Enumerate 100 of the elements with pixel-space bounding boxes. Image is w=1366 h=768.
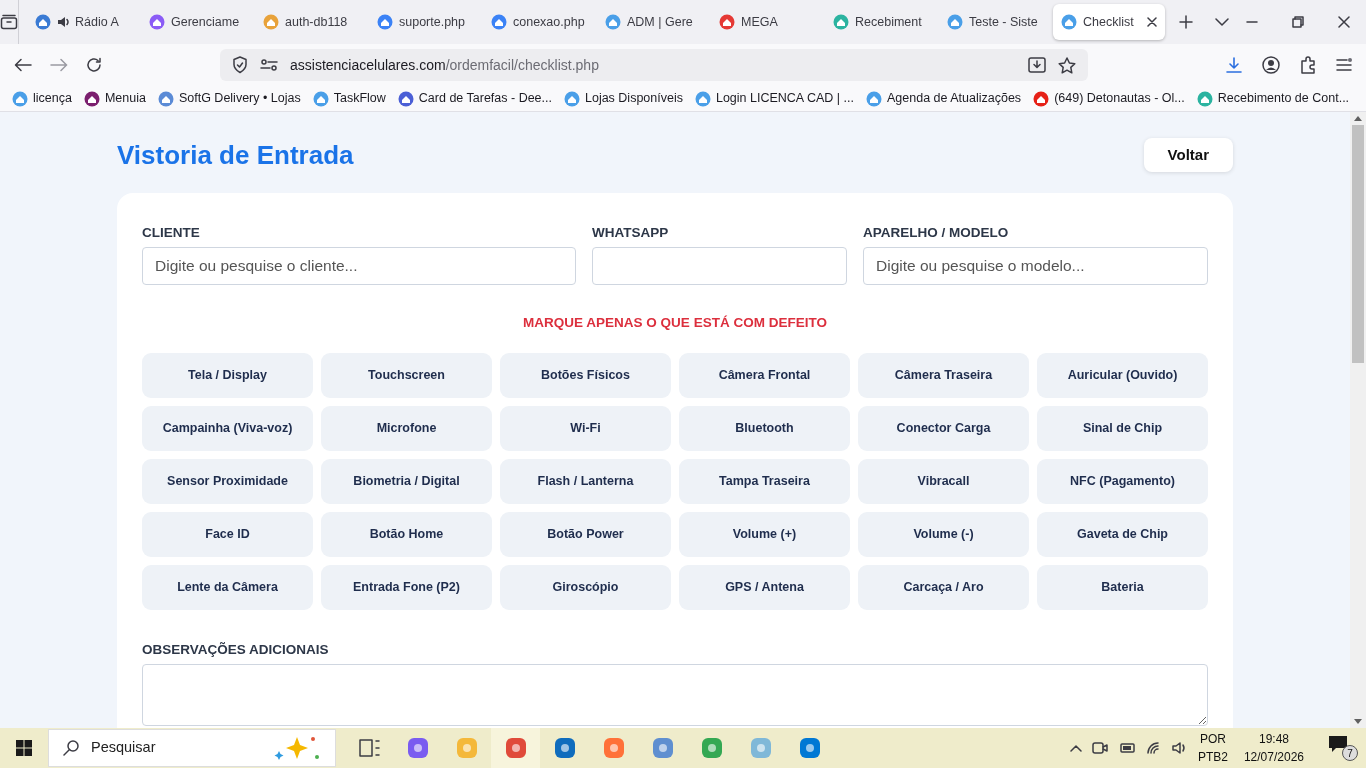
defect-button[interactable]: Botão Home — [321, 511, 492, 557]
field-label: CLIENTE — [142, 224, 201, 242]
restore-icon[interactable] — [1292, 16, 1304, 28]
task-view-icon[interactable] — [356, 736, 381, 760]
notifications-button[interactable]: 7 — [1328, 735, 1358, 761]
defect-button[interactable]: Microfone — [321, 405, 492, 451]
defect-button[interactable]: Bateria — [1037, 564, 1208, 610]
browser-tab[interactable]: Teste - Siste — [939, 4, 1051, 40]
tab-title: Gerenciame — [171, 13, 240, 31]
back-button[interactable]: Voltar — [1143, 138, 1233, 172]
defect-button[interactable]: Câmera Traseira — [858, 352, 1029, 398]
menu-icon[interactable] — [1336, 58, 1352, 72]
bookmark-item[interactable]: Lojas Disponíveis — [564, 89, 683, 108]
defect-button[interactable]: Botões Físicos — [500, 352, 671, 398]
defect-button[interactable]: NFC (Pagamento) — [1037, 458, 1208, 504]
input-field[interactable]: Digite ou pesquise o modelo... — [863, 247, 1208, 286]
wifi-icon[interactable] — [1145, 741, 1162, 755]
tab-title: ADM | Gere — [627, 13, 693, 31]
shield-icon[interactable] — [232, 56, 248, 74]
defect-button[interactable]: Wi-Fi — [500, 405, 671, 451]
chevron-up-icon[interactable] — [1069, 744, 1082, 752]
language-indicator[interactable]: POR PTB2 — [1197, 730, 1228, 766]
url-text: assistenciacelulares.com/ordemfacil/checklist.php — [290, 55, 599, 75]
chevron-down-icon[interactable] — [1215, 18, 1229, 26]
defect-button[interactable]: Entrada Fone (P2) — [321, 564, 492, 610]
battery-icon[interactable] — [1117, 742, 1136, 754]
defect-button[interactable]: Tela / Display — [142, 352, 313, 398]
sparkle-icon — [273, 735, 321, 761]
defect-button[interactable]: Auricular (Ouvido) — [1037, 352, 1208, 398]
windows-icon[interactable] — [16, 740, 32, 756]
notes-field[interactable] — [142, 663, 1208, 726]
download-icon[interactable] — [1226, 57, 1242, 73]
browser-tab[interactable]: MEGA — [711, 4, 823, 40]
tab-title: Recebiment — [855, 13, 922, 31]
defect-button[interactable]: Touchscreen — [321, 352, 492, 398]
bookmark-item[interactable]: licença — [12, 89, 72, 108]
defect-button[interactable]: Biometria / Digital — [321, 458, 492, 504]
star-icon[interactable] — [1058, 56, 1076, 74]
browser-tab[interactable]: Recebiment — [825, 4, 937, 40]
defect-button[interactable]: Tampa Traseira — [679, 458, 850, 504]
defect-button[interactable]: Sensor Proximidade — [142, 458, 313, 504]
field-label: APARELHO / MODELO — [863, 224, 1010, 242]
bookmark-item[interactable]: Recebimento de Cont... — [1196, 89, 1350, 108]
browser-tab[interactable]: conexao.php — [483, 4, 595, 40]
download-page-icon[interactable] — [1028, 57, 1046, 73]
defect-button[interactable]: Volume (+) — [679, 511, 850, 557]
extensions-icon[interactable] — [1300, 56, 1316, 74]
tab-list-icon[interactable] — [0, 14, 18, 30]
defect-button[interactable]: Conector Carga — [858, 405, 1029, 451]
search-field[interactable]: Pesquisar — [48, 729, 336, 767]
page-title: Vistoria de Entrada — [117, 138, 354, 172]
input-field[interactable]: Digite ou pesquise o cliente... — [142, 247, 576, 286]
tab-title: auth-db118 — [285, 13, 348, 31]
defect-button[interactable]: Flash / Lanterna — [500, 458, 671, 504]
bookmark-item[interactable]: Agenda de Atualizações — [866, 89, 1022, 108]
volume-icon[interactable] — [1171, 741, 1188, 755]
defect-button[interactable]: Volume (-) — [858, 511, 1029, 557]
defect-button[interactable]: Bluetooth — [679, 405, 850, 451]
defect-button[interactable]: Giroscópio — [500, 564, 671, 610]
bookmark-item[interactable]: Menuia — [83, 89, 146, 108]
defect-button[interactable]: GPS / Antena — [679, 564, 850, 610]
clock[interactable]: 19:48 12/07/2026 — [1243, 730, 1304, 766]
defect-button[interactable]: Carcaça / Aro — [858, 564, 1029, 610]
notification-icon — [1328, 735, 1348, 753]
tab-title: conexao.php — [513, 13, 585, 31]
address-bar[interactable]: assistenciacelulares.com/ordemfacil/checklist.php — [220, 49, 1088, 81]
scrollbar[interactable] — [1350, 112, 1366, 728]
close-icon[interactable] — [1338, 16, 1350, 28]
input-field[interactable] — [592, 247, 847, 286]
defect-button[interactable]: Câmera Frontal — [679, 352, 850, 398]
defect-button[interactable]: Face ID — [142, 511, 313, 557]
tab-title: Checklist — [1083, 13, 1134, 31]
defect-button[interactable]: Gaveta de Chip — [1037, 511, 1208, 557]
defect-button[interactable]: Vibracall — [858, 458, 1029, 504]
defect-button[interactable]: Botão Power — [500, 511, 671, 557]
browser-tab[interactable]: auth-db118 — [255, 4, 367, 40]
section-heading: MARQUE APENAS O QUE ESTÁ COM DEFEITO — [522, 314, 828, 333]
new-tab-icon[interactable] — [1179, 15, 1193, 29]
reload-icon[interactable] — [86, 57, 102, 73]
browser-tab[interactable]: ADM | Gere — [597, 4, 709, 40]
bookmark-item[interactable]: (649) Detonautas - Ol... — [1033, 89, 1185, 108]
speaker-icon[interactable] — [57, 16, 69, 28]
defect-button[interactable]: Campainha (Viva-voz) — [142, 405, 313, 451]
bookmark-item[interactable]: SoftG Delivery • Lojas — [157, 89, 301, 108]
defect-button[interactable]: Sinal de Chip — [1037, 405, 1208, 451]
search-icon — [63, 740, 79, 756]
bookmark-item[interactable]: Login LICENCA CAD | ... — [694, 89, 854, 108]
back-icon[interactable] — [14, 58, 32, 72]
defect-button[interactable]: Lente da Câmera — [142, 564, 313, 610]
permissions-icon[interactable] — [260, 59, 278, 71]
browser-tab[interactable]: suporte.php — [369, 4, 481, 40]
bookmark-item[interactable]: TaskFlow — [312, 89, 386, 108]
browser-tab[interactable]: Checklist — [1053, 4, 1165, 40]
bookmark-item[interactable]: Card de Tarefas - Dee... — [397, 89, 552, 108]
close-icon[interactable] — [1147, 17, 1157, 27]
browser-tab[interactable]: Rádio A — [27, 4, 139, 40]
browser-tab[interactable]: Gerenciame — [141, 4, 253, 40]
notification-badge: 7 — [1342, 745, 1358, 761]
account-icon[interactable] — [1262, 56, 1280, 74]
camera-icon[interactable] — [1091, 741, 1108, 755]
